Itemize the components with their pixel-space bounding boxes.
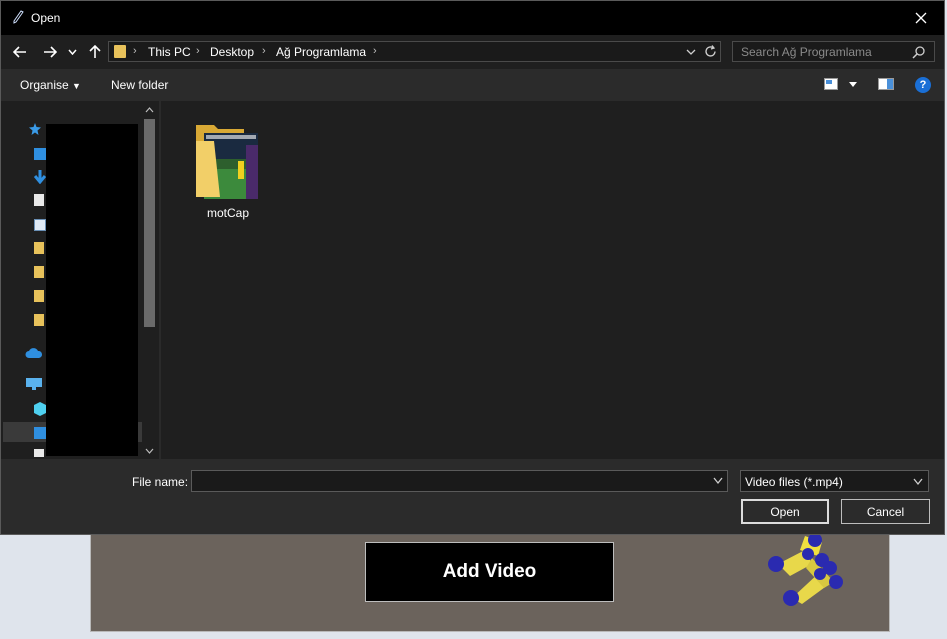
recent-dropdown-icon (67, 49, 77, 55)
close-button[interactable] (898, 1, 944, 35)
download-arrow-icon[interactable] (34, 170, 46, 184)
cloud-icon[interactable] (25, 347, 43, 359)
folder-thumbnail-icon (196, 125, 258, 199)
chevron-down-icon[interactable] (713, 477, 723, 485)
address-bar[interactable]: › This PC › Desktop › Ağ Programlama › (108, 41, 721, 62)
organise-menu[interactable]: Organise ▼ (20, 78, 81, 92)
file-name-label: File name: (132, 475, 189, 489)
folder-name: motCap (206, 206, 250, 220)
file-selection-panel: File name: Video files (*.mp4) Open Canc… (1, 459, 944, 534)
new-folder-button[interactable]: New folder (111, 78, 168, 92)
folder-icon[interactable] (34, 314, 44, 326)
open-file-dialog: Open › This PC › Desktop › Ağ Programlam… (0, 0, 945, 535)
scrollbar-thumb[interactable] (144, 119, 155, 327)
chevron-down-icon[interactable] (684, 44, 698, 59)
file-name-input[interactable] (191, 470, 728, 492)
view-options-icon[interactable] (824, 78, 838, 90)
search-placeholder: Search Ağ Programlama (741, 45, 872, 59)
recent-locations-button[interactable] (64, 41, 80, 63)
star-icon[interactable] (29, 123, 41, 135)
chevron-down-icon (913, 478, 923, 486)
search-input[interactable]: Search Ağ Programlama (732, 41, 935, 62)
up-button[interactable] (84, 41, 106, 63)
desktop-icon[interactable] (34, 148, 46, 160)
document-icon[interactable] (34, 194, 44, 206)
scroll-down-icon[interactable] (144, 446, 155, 456)
back-button[interactable] (9, 41, 31, 63)
document-icon[interactable] (34, 449, 44, 457)
folder-item[interactable]: motCap (186, 111, 270, 221)
search-icon (912, 46, 925, 59)
folder-icon[interactable] (34, 266, 44, 278)
redacted-area (46, 124, 138, 456)
file-type-select[interactable]: Video files (*.mp4) (740, 470, 929, 492)
close-icon (915, 12, 927, 24)
breadcrumb-separator: › (373, 45, 377, 57)
breadcrumb-separator: › (196, 45, 200, 57)
up-arrow-icon (89, 45, 101, 58)
forward-button[interactable] (39, 41, 61, 63)
window-title: Open (31, 11, 61, 25)
pictures-icon[interactable] (34, 219, 46, 231)
breadcrumb-this-pc[interactable]: This PC (148, 45, 191, 59)
breadcrumb-ag-programlama[interactable]: Ağ Programlama (276, 45, 366, 59)
file-list-area[interactable] (161, 101, 944, 459)
open-button[interactable]: Open (741, 499, 829, 524)
forward-arrow-icon (44, 46, 57, 58)
computer-icon[interactable] (26, 378, 42, 390)
desktop-icon[interactable] (34, 427, 46, 439)
folder-icon[interactable] (34, 242, 44, 254)
folder-icon[interactable] (34, 290, 44, 302)
pen-icon (13, 10, 24, 24)
help-icon[interactable]: ? (915, 77, 931, 93)
title-bar: Open (1, 1, 944, 35)
chevron-down-icon[interactable] (848, 81, 858, 89)
breadcrumb-desktop[interactable]: Desktop (210, 45, 254, 59)
command-toolbar: Organise ▼ New folder ? (1, 69, 944, 101)
cancel-button[interactable]: Cancel (841, 499, 930, 524)
molecule-mascot-image (768, 533, 843, 606)
refresh-icon[interactable] (703, 44, 718, 59)
folder-icon (114, 45, 126, 58)
back-arrow-icon (13, 46, 26, 58)
scroll-up-icon[interactable] (144, 105, 155, 115)
preview-pane-icon[interactable] (878, 78, 894, 90)
3d-objects-icon[interactable] (34, 402, 46, 416)
add-video-button[interactable]: Add Video (365, 542, 614, 602)
breadcrumb-separator: › (133, 45, 137, 57)
breadcrumb-separator: › (262, 45, 266, 57)
navigation-bar: › This PC › Desktop › Ağ Programlama › S… (1, 35, 944, 69)
file-type-value: Video files (*.mp4) (745, 475, 843, 489)
